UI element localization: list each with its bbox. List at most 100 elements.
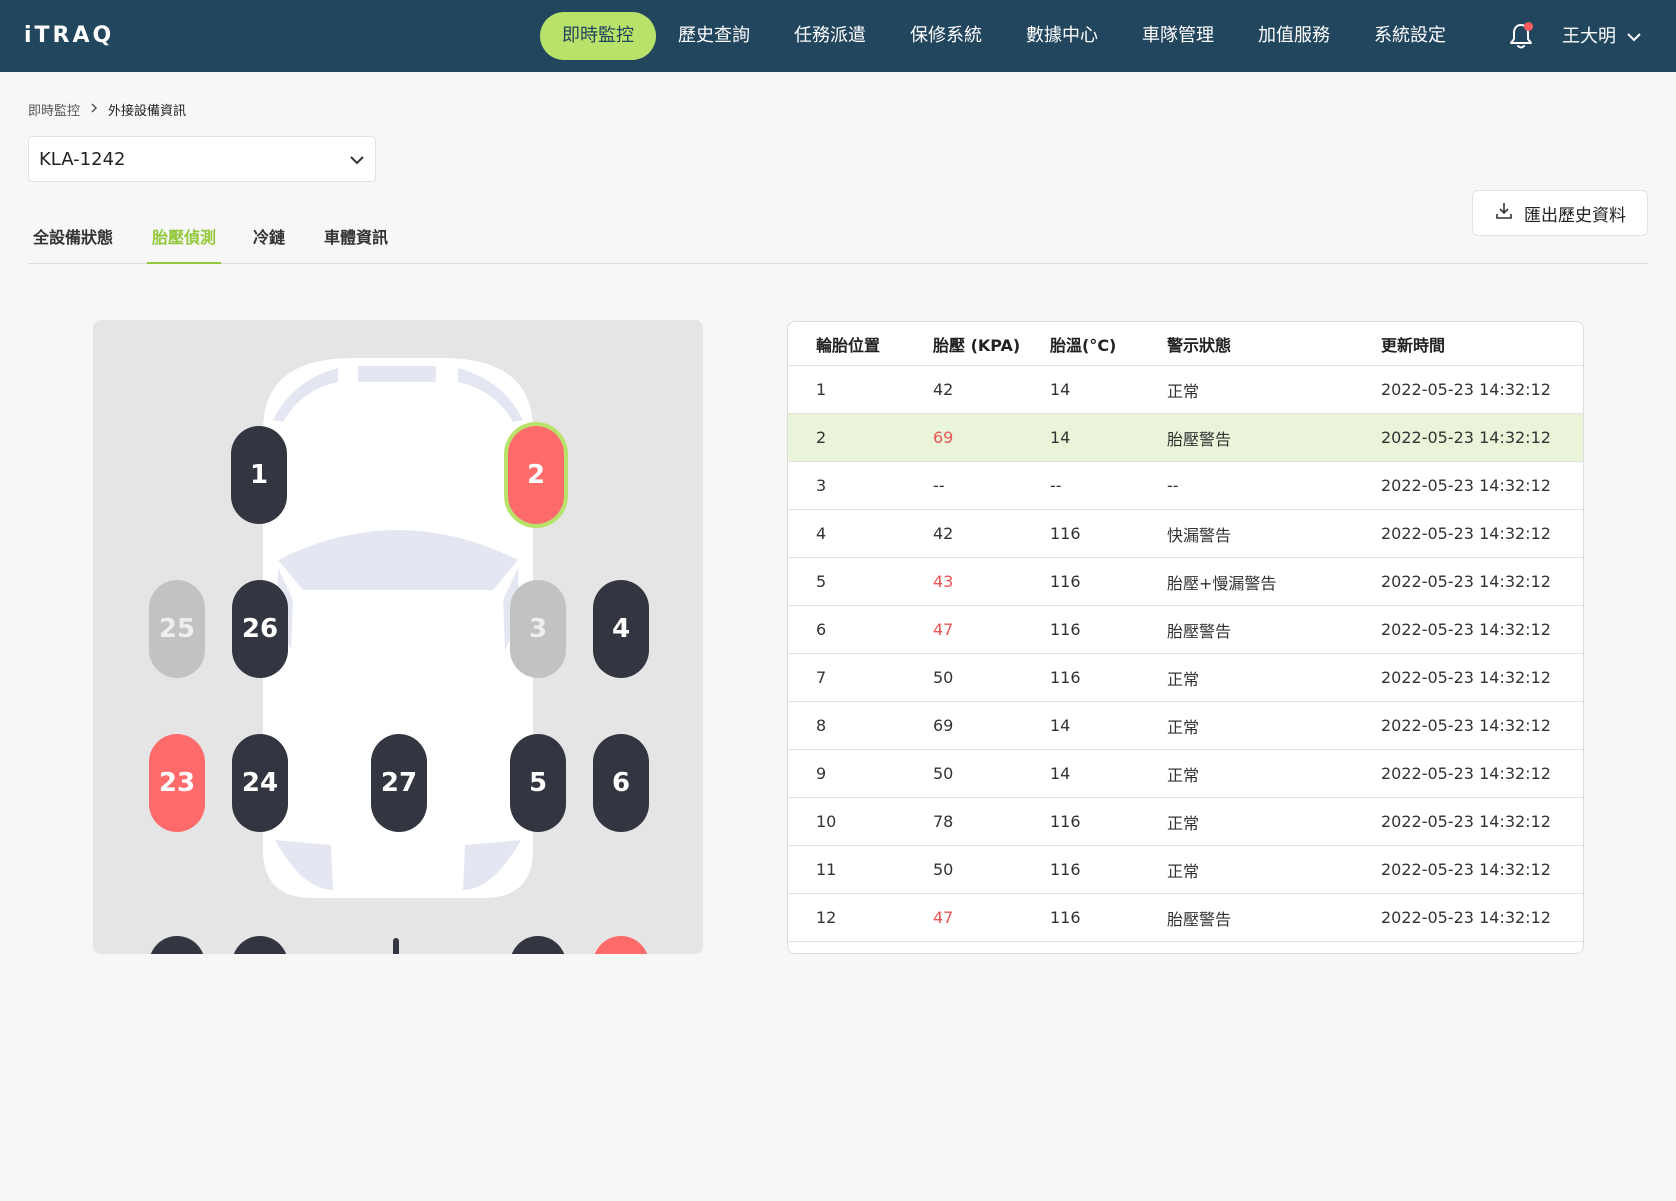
tire-label: 24 [241,768,279,798]
nav-item-value-added[interactable]: 加值服務 [1236,12,1352,60]
table-row[interactable]: 6 47 116 胎壓警告 2022-05-23 14:32:12 [788,606,1583,654]
cell-update-time: 2022-05-23 14:32:12 [1381,620,1551,639]
cell-pressure: 42 [933,380,954,399]
tire-status-table: 輪胎位置 胎壓 (KPA) 胎溫(°C) 警示狀態 更新時間 1 42 14 正常 20… [787,321,1584,954]
tire-label: 23 [158,768,196,798]
cell-alert-status: 胎壓警告 [1167,621,1232,641]
cell-pressure: 42 [933,524,954,543]
cell-tire-position: 12 [816,908,837,927]
tire-label: 6 [611,768,631,798]
tire-26[interactable]: 26 [232,580,288,678]
tire-5[interactable]: 5 [510,734,566,832]
nav-item-task-dispatch[interactable]: 任務派遣 [772,12,888,60]
tire-label: 4 [611,614,631,644]
cell-temperature: 14 [1050,380,1071,399]
cell-alert-status: 胎壓警告 [1167,909,1232,929]
chevron-down-icon [1626,24,1642,50]
table-row[interactable]: 4 42 116 快漏警告 2022-05-23 14:32:12 [788,510,1583,558]
tire-6[interactable]: 6 [593,734,649,832]
cell-alert-status: 正常 [1167,861,1200,881]
cell-update-time: 2022-05-23 14:32:12 [1381,380,1551,399]
cell-alert-status: 正常 [1167,669,1200,689]
header-update-time: 更新時間 [1381,335,1446,355]
cell-tire-position: 11 [816,860,837,879]
tire-2[interactable]: 2 [508,426,564,524]
cell-pressure: 50 [933,764,954,783]
cell-temperature: 14 [1050,428,1071,447]
table-row[interactable]: 9 50 14 正常 2022-05-23 14:32:12 [788,750,1583,798]
table-row[interactable]: 8 69 14 正常 2022-05-23 14:32:12 [788,702,1583,750]
nav-item-fleet-management[interactable]: 車隊管理 [1120,12,1236,60]
cell-tire-position: 3 [816,476,827,495]
tire-3[interactable]: 3 [510,580,566,678]
header-pressure: 胎壓 (KPA) [933,335,1021,355]
notification-bell-icon[interactable] [1508,22,1534,50]
cell-tire-position: 7 [816,668,827,687]
user-menu[interactable]: 王大明 [1562,24,1642,50]
tire-label: 5 [528,768,548,798]
cell-tire-position: 1 [816,380,827,399]
table-row[interactable]: 1 42 14 正常 2022-05-23 14:32:12 [788,366,1583,414]
cell-temperature: 14 [1050,764,1071,783]
cell-temperature: 116 [1050,668,1081,687]
vehicle-select[interactable]: KLA-1242 [28,136,376,182]
export-history-button[interactable]: 匯出歷史資料 [1472,190,1648,236]
chevron-down-icon [349,149,365,170]
table-row[interactable]: 7 50 116 正常 2022-05-23 14:32:12 [788,654,1583,702]
cell-tire-position: 8 [816,716,827,735]
cell-update-time: 2022-05-23 14:32:12 [1381,572,1551,591]
nav-item-maintenance[interactable]: 保修系統 [888,12,1004,60]
tire-23[interactable]: 23 [149,734,205,832]
breadcrumb-realtime-monitor[interactable]: 即時監控 [28,100,80,119]
table-row[interactable]: 5 43 116 胎壓+慢漏警告 2022-05-23 14:32:12 [788,558,1583,606]
cell-update-time: 2022-05-23 14:32:12 [1381,668,1551,687]
app-logo[interactable]: iTRAQ [24,22,114,50]
cell-tire-position: 2 [816,428,827,447]
vehicle-select-value: KLA-1242 [39,148,126,170]
top-navigation-bar: iTRAQ 即時監控 歷史查詢 任務派遣 保修系統 數據中心 車隊管理 加值服務… [0,0,1676,72]
cell-alert-status: 快漏警告 [1167,525,1232,545]
tire-27[interactable]: 27 [371,734,427,832]
tire-1[interactable]: 1 [231,426,287,524]
table-row[interactable]: 3 -- -- -- 2022-05-23 14:32:12 [788,462,1583,510]
cell-alert-status: 正常 [1167,765,1200,785]
table-row[interactable]: 10 78 116 正常 2022-05-23 14:32:12 [788,798,1583,846]
tire-label: 27 [380,768,418,798]
tire-25[interactable]: 25 [149,580,205,678]
header-alert-status: 警示狀態 [1167,335,1232,355]
cell-temperature: 116 [1050,860,1081,879]
device-tabs: 全設備狀態 胎壓偵測 冷鏈 車體資訊 [28,224,1648,264]
tire-label: 2 [526,460,546,490]
tab-cold-chain[interactable]: 冷鏈 [253,224,285,264]
table-row[interactable]: 2 69 14 胎壓警告 2022-05-23 14:32:12 [788,414,1583,462]
cell-temperature: 116 [1050,620,1081,639]
header-tire-position: 輪胎位置 [816,335,881,355]
tab-vehicle-info[interactable]: 車體資訊 [324,224,388,264]
cell-tire-position: 9 [816,764,827,783]
nav-item-history-query[interactable]: 歷史查詢 [656,12,772,60]
axle-marker [393,938,399,954]
cell-alert-status: 胎壓+慢漏警告 [1167,573,1277,593]
nav-item-realtime-monitor[interactable]: 即時監控 [540,12,656,60]
tire-label: 26 [241,614,279,644]
tire-label: 1 [249,460,269,490]
tire-24[interactable]: 24 [232,734,288,832]
tire-4[interactable]: 4 [593,580,649,678]
table-row[interactable]: 11 50 116 正常 2022-05-23 14:32:12 [788,846,1583,894]
cell-update-time: 2022-05-23 14:32:12 [1381,476,1551,495]
cell-temperature: 116 [1050,812,1081,831]
table-row[interactable]: 12 47 116 胎壓警告 2022-05-23 14:32:12 [788,894,1583,942]
cell-tire-position: 10 [816,812,837,831]
tire-label: 3 [528,614,548,644]
tab-all-devices[interactable]: 全設備狀態 [33,224,113,264]
breadcrumb: 即時監控 外接設備資訊 [28,100,186,119]
nav-item-system-settings[interactable]: 系統設定 [1352,12,1468,60]
nav-item-data-center[interactable]: 數據中心 [1004,12,1120,60]
tab-tire-pressure[interactable]: 胎壓偵測 [147,224,221,264]
cell-alert-status: 正常 [1167,381,1200,401]
cell-pressure: 78 [933,812,954,831]
cell-update-time: 2022-05-23 14:32:12 [1381,524,1551,543]
cell-alert-status: 正常 [1167,813,1200,833]
cell-tire-position: 6 [816,620,827,639]
cell-pressure: -- [933,476,945,495]
